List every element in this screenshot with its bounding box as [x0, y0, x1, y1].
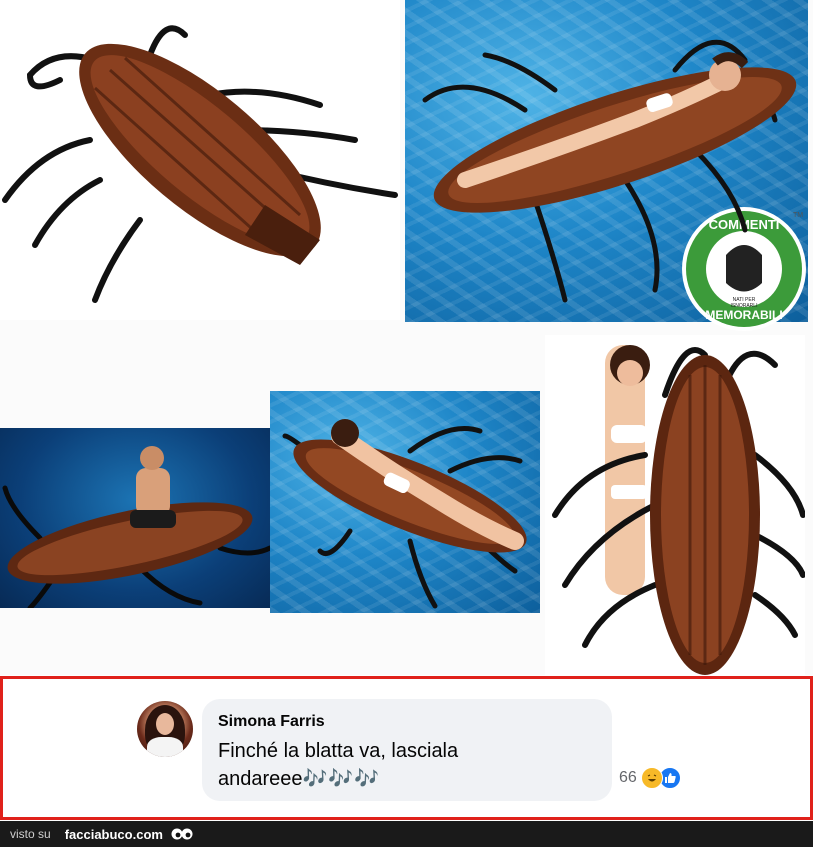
footer-bar: visto su facciabuco.com: [0, 821, 813, 847]
comment-text-line1: Finché la blatta va, lasciala: [218, 740, 459, 762]
man-on-float-icon: [2, 446, 272, 608]
cockroach-float-icon: [2, 25, 398, 303]
comment-text: Finché la blatta va, lasciala andareee🎶🎶…: [218, 737, 598, 793]
haha-icon: [640, 767, 663, 789]
image-woman-with-upright-float: [545, 335, 805, 675]
image-woman-lying-on-float: [270, 391, 540, 613]
music-notes-icon: 🎶🎶🎶: [302, 768, 381, 790]
avatar[interactable]: [137, 701, 193, 757]
image-cockroach-float: [0, 0, 400, 320]
reactions-summary[interactable]: 66: [619, 767, 681, 789]
reaction-count: 66: [619, 769, 637, 786]
woman-lying-icon: [282, 419, 527, 609]
image-man-on-float: [0, 428, 272, 608]
comment-text-line2: andareee: [218, 768, 303, 790]
eyes-logo-icon: [171, 828, 193, 840]
comment-bubble: Simona Farris Finché la blatta va, lasci…: [202, 699, 612, 801]
footer-visto-su: visto su: [10, 827, 51, 841]
woman-on-float-icon: [422, 39, 797, 303]
upright-float-icon: [552, 345, 805, 675]
image-woman-on-float-pool: [405, 0, 808, 322]
comment-panel: Simona Farris Finché la blatta va, lasci…: [0, 676, 813, 820]
footer-site-link[interactable]: facciabuco.com: [65, 827, 163, 842]
photo-collage: COMMENTI MEMORABILI NATI PER ISNORARLI T…: [0, 0, 813, 675]
comment-author[interactable]: Simona Farris: [218, 713, 325, 731]
